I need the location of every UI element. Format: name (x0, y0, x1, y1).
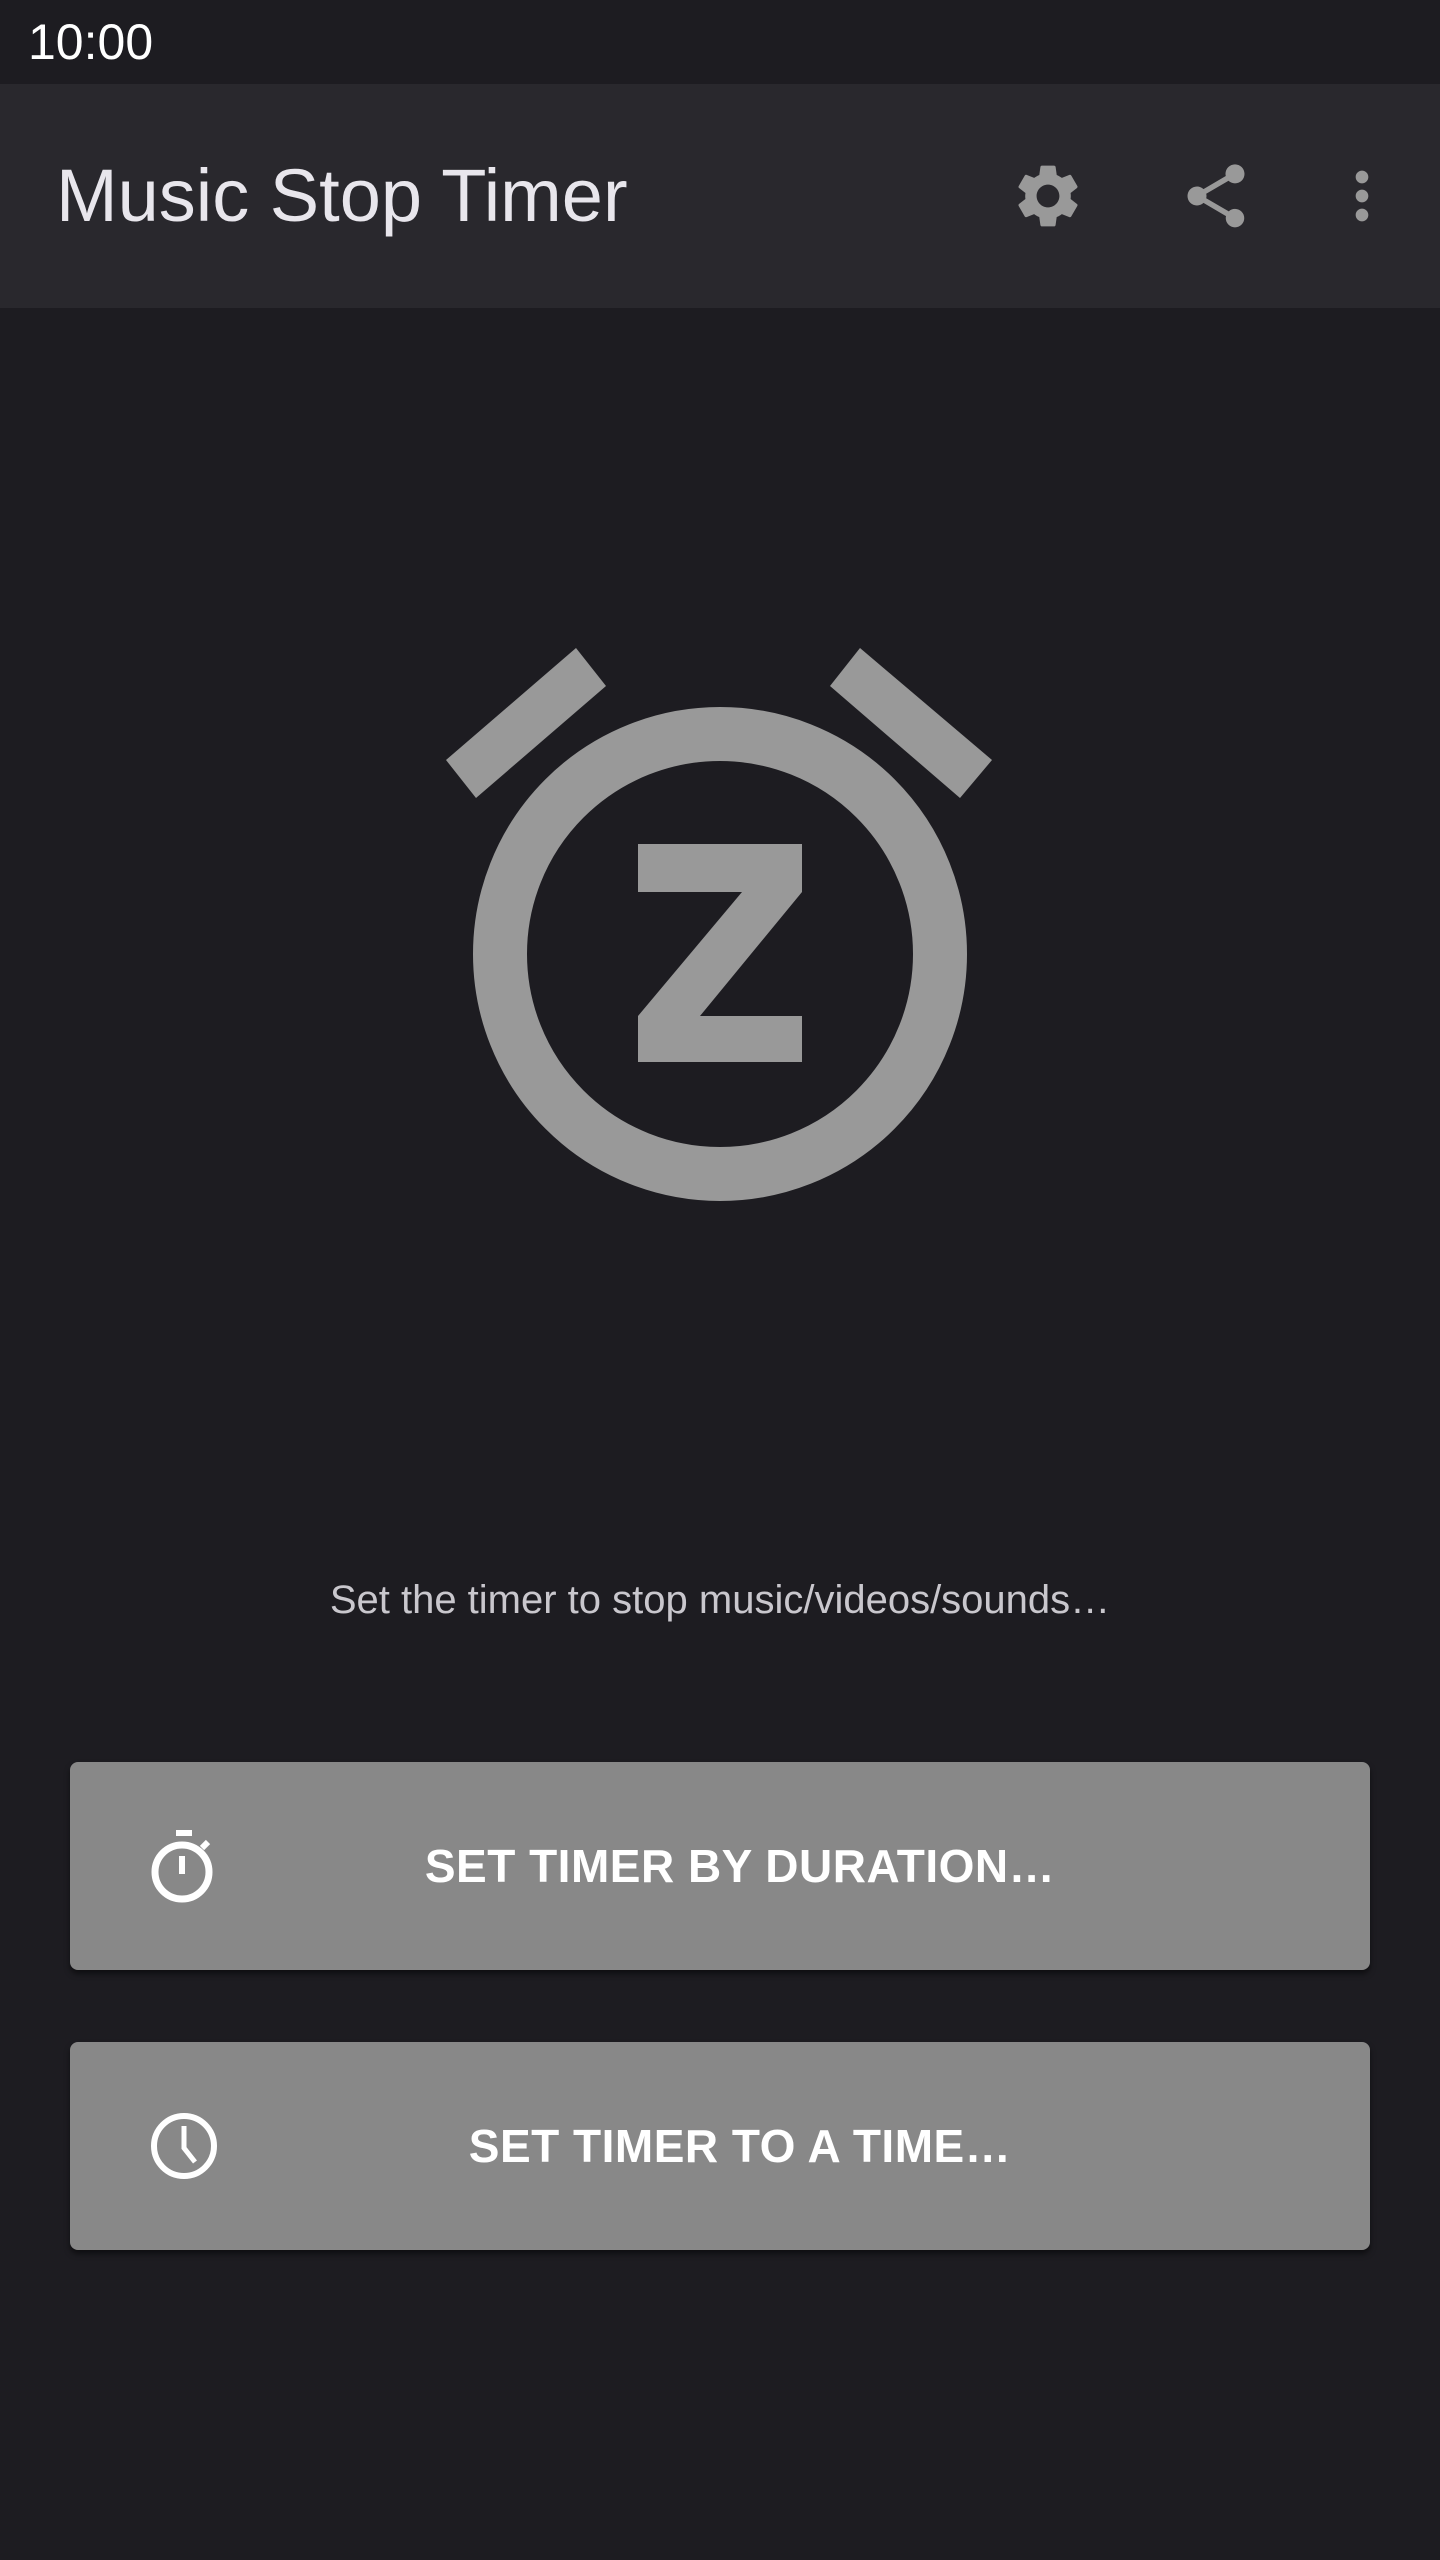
set-timer-to-time-button[interactable]: SET TIMER TO A TIME… (70, 2042, 1370, 2250)
button-label: SET TIMER BY DURATION… (424, 1840, 1056, 1892)
app-bar: Music Stop Timer (0, 84, 1440, 308)
settings-button[interactable] (998, 146, 1098, 246)
z-letter (638, 844, 802, 1062)
more-vert-icon (1355, 170, 1369, 222)
subtitle: Set the timer to stop music/videos/sound… (329, 1578, 1111, 1622)
button-label: SET TIMER TO A TIME… (468, 2120, 1012, 2172)
status-bar: 10:00 (0, 0, 1440, 84)
share-button[interactable] (1166, 146, 1266, 246)
more-options-button[interactable] (1312, 146, 1412, 246)
alarm-snooze-z-icon (446, 648, 992, 1201)
status-time: 10:00 (28, 14, 154, 70)
gear-icon (1018, 165, 1078, 227)
app-title: Music Stop Timer (56, 154, 628, 237)
set-timer-by-duration-button[interactable]: SET TIMER BY DURATION… (70, 1762, 1370, 1970)
share-icon (1187, 164, 1245, 228)
